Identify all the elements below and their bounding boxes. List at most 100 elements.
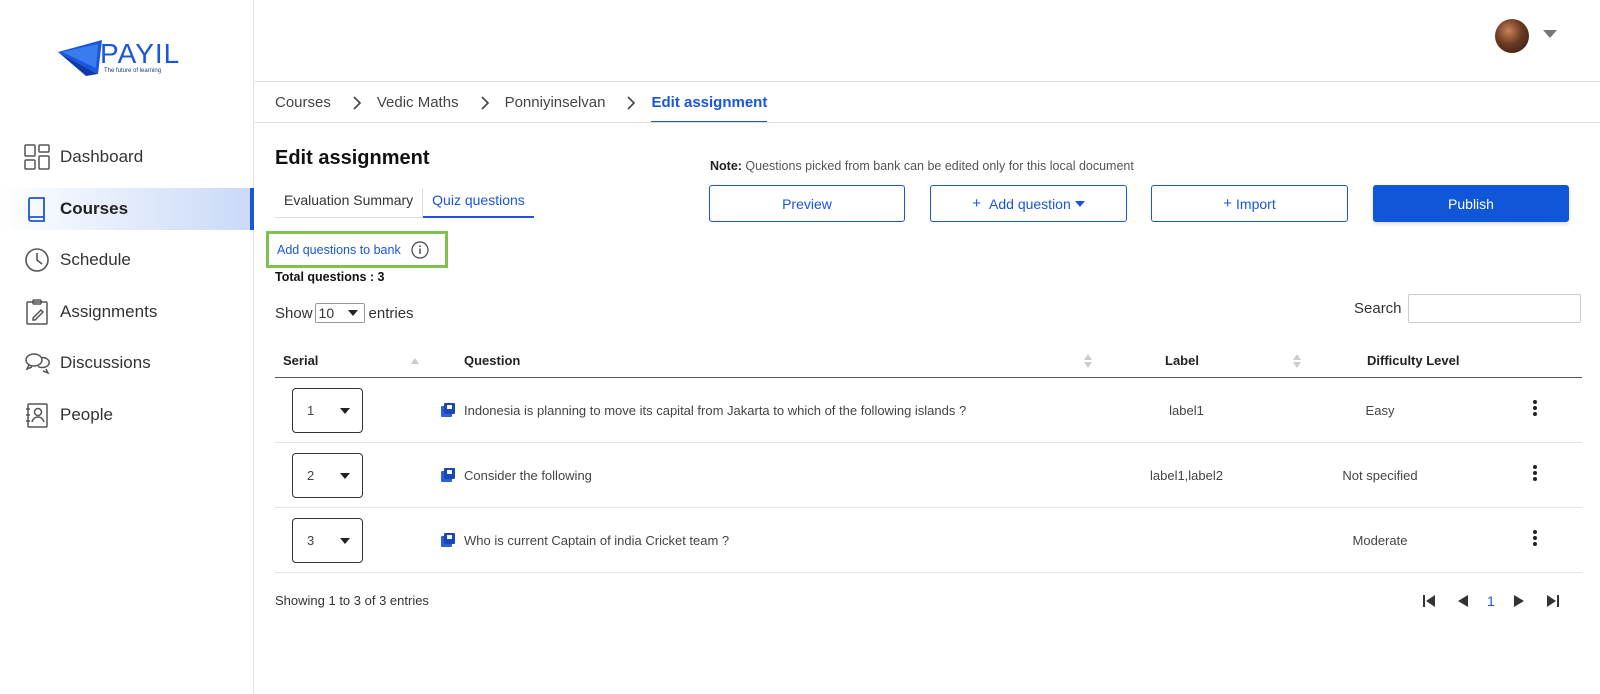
chevron-down-icon[interactable] [1543, 30, 1557, 38]
sidebar-item-label: Discussions [60, 353, 151, 372]
entries-value: 10 [318, 305, 335, 321]
serial-value: 2 [307, 468, 315, 483]
sidebar-item-label: Dashboard [60, 147, 144, 166]
more-options-icon[interactable] [1528, 461, 1542, 485]
difficulty-cell: Easy [1365, 403, 1395, 418]
table-row: 1 Indonesia is planning to move its capi… [275, 378, 1582, 443]
sidebar-nav: Dashboard Courses Schedule Assignments D… [0, 136, 254, 445]
tab-evaluation-summary[interactable]: Evaluation Summary [275, 188, 424, 218]
search-input[interactable] [1408, 294, 1581, 323]
sidebar-item-label: People [60, 404, 113, 424]
questions-table: Serial Question Label Difficulty Level 1… [275, 343, 1582, 573]
avatar[interactable] [1495, 19, 1529, 53]
sidebar-item-courses[interactable]: Courses [0, 187, 254, 230]
sidebar-item-dashboard[interactable]: Dashboard [0, 136, 254, 178]
entries-length-control: Show 10 entries [275, 303, 414, 323]
plus-icon: + [972, 195, 982, 212]
sidebar-item-label: Schedule [60, 250, 131, 269]
sidebar-item-discussions[interactable]: Discussions [0, 342, 254, 384]
serial-value: 1 [307, 403, 315, 418]
serial-select[interactable]: 3 [292, 518, 363, 563]
brand-name: PAYIL [100, 38, 181, 69]
book-icon [24, 196, 50, 222]
entries-select[interactable]: 10 [314, 303, 365, 323]
caret-down-icon [1074, 200, 1085, 207]
last-page-icon[interactable] [1542, 590, 1564, 612]
serial-value: 3 [307, 533, 315, 548]
chevron-right-icon [349, 95, 365, 111]
question-text[interactable]: Consider the following [464, 468, 592, 483]
table-header: Serial Question Label Difficulty Level [275, 343, 1582, 378]
difficulty-cell: Moderate [1352, 533, 1408, 548]
page-number[interactable]: 1 [1487, 593, 1495, 609]
add-questions-to-bank-link[interactable]: Add questions to bank [277, 243, 401, 257]
more-options-icon[interactable] [1528, 396, 1542, 420]
import-label: Import [1236, 195, 1276, 212]
note-text: Questions picked from bank can be edited… [741, 159, 1134, 173]
sort-icon[interactable] [1293, 354, 1301, 368]
tab-quiz-questions[interactable]: Quiz questions [423, 188, 534, 218]
add-question-label: Add question [989, 195, 1071, 212]
column-header-label[interactable]: Label [1165, 353, 1199, 368]
total-questions: Total questions : 3 [275, 270, 385, 284]
column-header-serial[interactable]: Serial [283, 353, 318, 368]
publish-button[interactable]: Publish [1373, 185, 1569, 222]
more-options-icon[interactable] [1528, 526, 1542, 550]
column-header-difficulty: Difficulty Level [1367, 353, 1460, 368]
note-label: Note: [710, 159, 742, 173]
column-header-question[interactable]: Question [464, 353, 520, 368]
serial-select[interactable]: 2 [292, 453, 363, 498]
show-label: Show [275, 304, 313, 322]
table-row: 2 Consider the following label1,label2 N… [275, 443, 1582, 508]
info-icon[interactable] [411, 240, 429, 259]
preview-label: Preview [782, 195, 832, 212]
plus-icon: + [1223, 195, 1233, 212]
first-page-icon[interactable] [1418, 590, 1440, 612]
import-button[interactable]: + Import [1151, 185, 1348, 222]
clock-icon [24, 247, 50, 273]
sidebar-item-label: Assignments [60, 301, 158, 321]
caret-down-icon [340, 407, 350, 414]
caret-down-icon [340, 472, 350, 479]
breadcrumb-section[interactable]: Ponniyinselvan [505, 94, 606, 111]
dashboard-icon [24, 144, 50, 170]
bank-question-icon [441, 533, 455, 547]
entries-label: entries [368, 304, 414, 322]
publish-label: Publish [1448, 195, 1494, 212]
breadcrumb-courses[interactable]: Courses [275, 94, 331, 111]
tab-bar: Evaluation Summary Quiz questions [275, 188, 534, 218]
payil-logo[interactable]: PAYIL The future of learning [58, 36, 198, 80]
sort-asc-icon[interactable] [411, 351, 419, 365]
preview-button[interactable]: Preview [709, 185, 905, 222]
clipboard-icon [24, 298, 50, 325]
breadcrumb-divider [255, 122, 1600, 123]
previous-page-icon[interactable] [1452, 590, 1474, 612]
table-row: 3 Who is current Captain of india Cricke… [275, 508, 1582, 573]
chevron-right-icon [477, 95, 493, 111]
person-icon [24, 402, 50, 428]
sort-icon[interactable] [1084, 354, 1092, 368]
chevron-right-icon [623, 95, 639, 111]
caret-down-icon [347, 310, 358, 316]
breadcrumb: Courses Vedic Maths Ponniyinselvan Edit … [275, 82, 767, 123]
serial-select[interactable]: 1 [292, 388, 363, 433]
page-title: Edit assignment [275, 147, 430, 169]
brand-tagline: The future of learning [104, 68, 162, 74]
sidebar-item-assignments[interactable]: Assignments [0, 291, 254, 333]
sidebar-item-label: Courses [60, 198, 129, 218]
question-text[interactable]: Who is current Captain of india Cricket … [464, 533, 729, 548]
pagination: 1 [1418, 590, 1564, 612]
breadcrumb-course[interactable]: Vedic Maths [377, 94, 459, 111]
bank-question-icon [441, 403, 455, 417]
add-question-button[interactable]: + Add question [930, 185, 1127, 222]
add-to-bank-highlight: Add questions to bank [266, 231, 448, 268]
sidebar-item-people[interactable]: People [0, 394, 254, 436]
question-text[interactable]: Indonesia is planning to move its capita… [464, 403, 966, 418]
label-cell: label1,label2 [1149, 468, 1223, 483]
breadcrumb-current: Edit assignment [651, 94, 768, 123]
sidebar-item-schedule[interactable]: Schedule [0, 239, 254, 281]
chat-icon [24, 350, 50, 376]
search-label: Search [1354, 300, 1402, 317]
bank-question-icon [441, 468, 455, 482]
next-page-icon[interactable] [1508, 590, 1530, 612]
